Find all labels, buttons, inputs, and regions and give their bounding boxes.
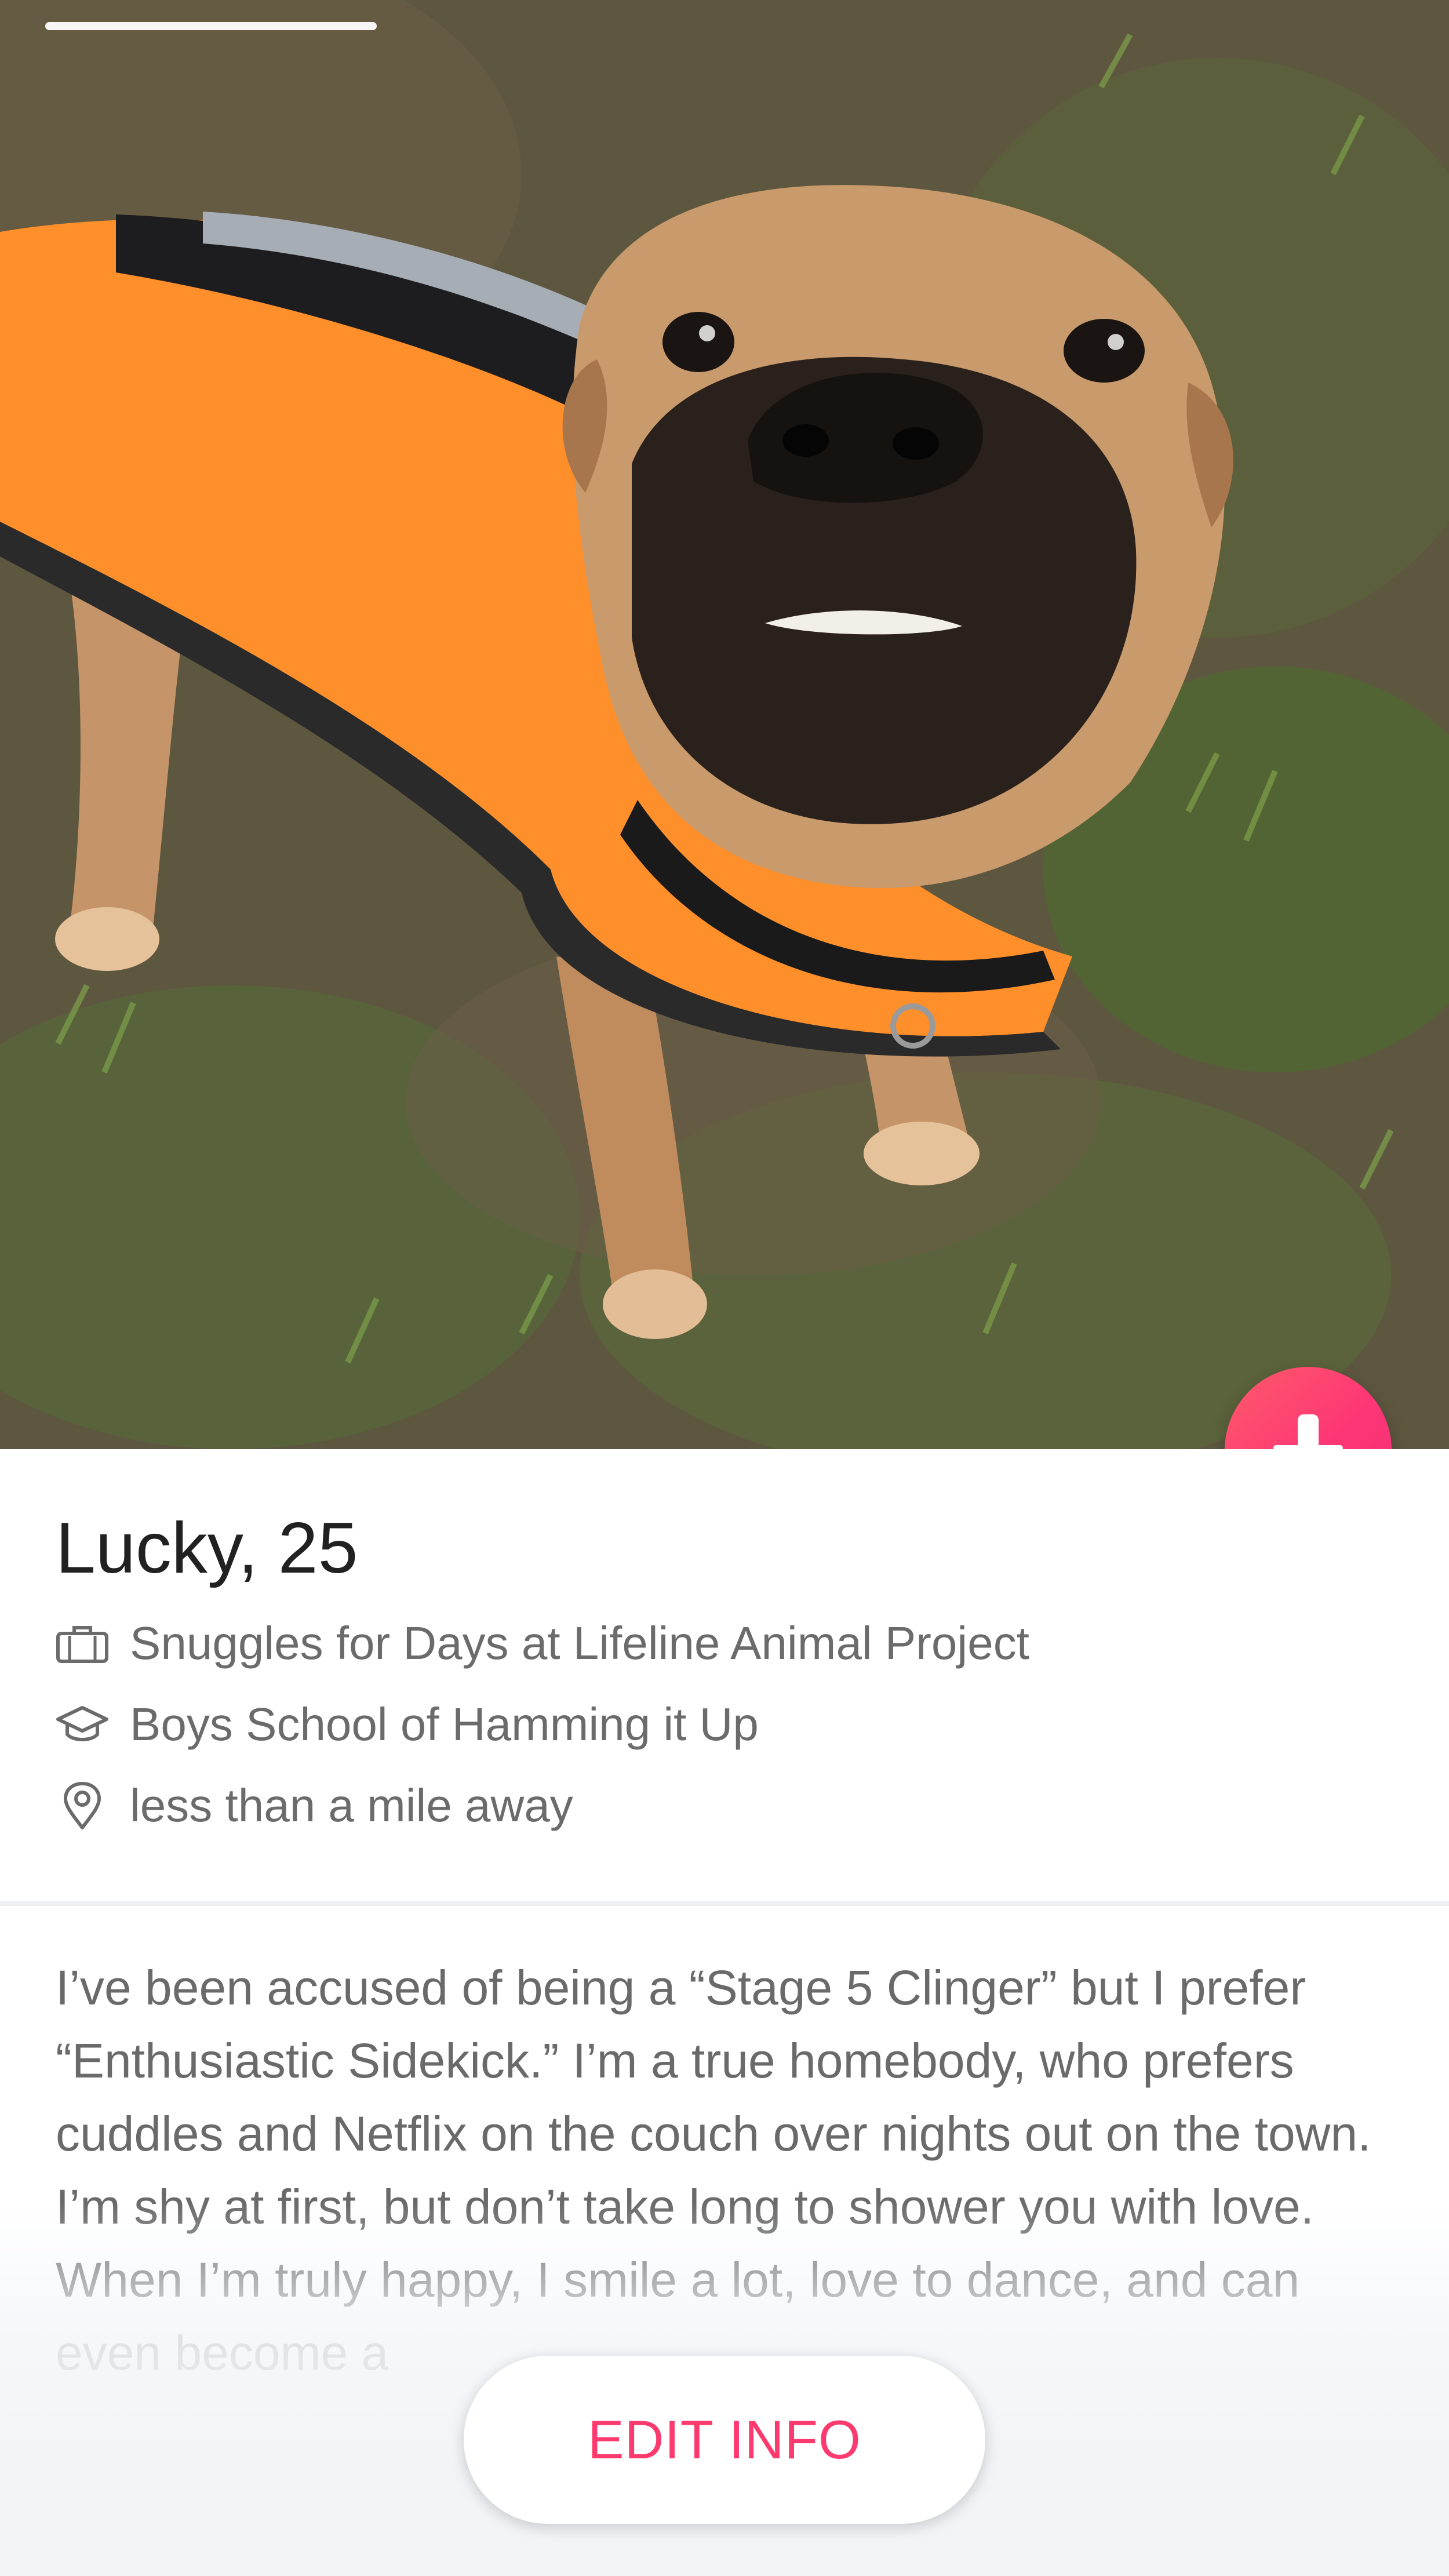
profile-distance-text: less than a mile away bbox=[130, 1780, 573, 1831]
graduation-cap-icon bbox=[56, 1698, 109, 1751]
profile-work-text: Snuggles for Days at Lifeline Animal Pro… bbox=[130, 1617, 1029, 1669]
section-divider bbox=[0, 1901, 1449, 1906]
briefcase-icon bbox=[56, 1617, 109, 1670]
edit-info-label: EDIT INFO bbox=[587, 2409, 862, 2470]
profile-school-row: Boys School of Hamming it Up bbox=[56, 1693, 759, 1756]
profile-work-row: Snuggles for Days at Lifeline Animal Pro… bbox=[56, 1611, 1029, 1675]
profile-distance-row: less than a mile away bbox=[56, 1774, 573, 1838]
dog-photo-illustration bbox=[0, 0, 1449, 1449]
profile-age: 25 bbox=[278, 1508, 358, 1588]
profile-info-card: Lucky, 25 Snuggles for Days at Lifeline … bbox=[0, 1449, 1449, 2576]
edit-info-button[interactable]: EDIT INFO bbox=[464, 2356, 985, 2524]
name-age-separator: , bbox=[238, 1508, 278, 1588]
profile-name: Lucky bbox=[56, 1508, 238, 1588]
profile-photo[interactable] bbox=[0, 0, 1449, 1449]
photo-page-indicator[interactable] bbox=[45, 22, 377, 30]
arrow-down-icon bbox=[1270, 1410, 1346, 1449]
profile-school-text: Boys School of Hamming it Up bbox=[130, 1698, 759, 1750]
profile-name-age: Lucky, 25 bbox=[56, 1507, 358, 1589]
location-pin-icon bbox=[56, 1779, 109, 1832]
